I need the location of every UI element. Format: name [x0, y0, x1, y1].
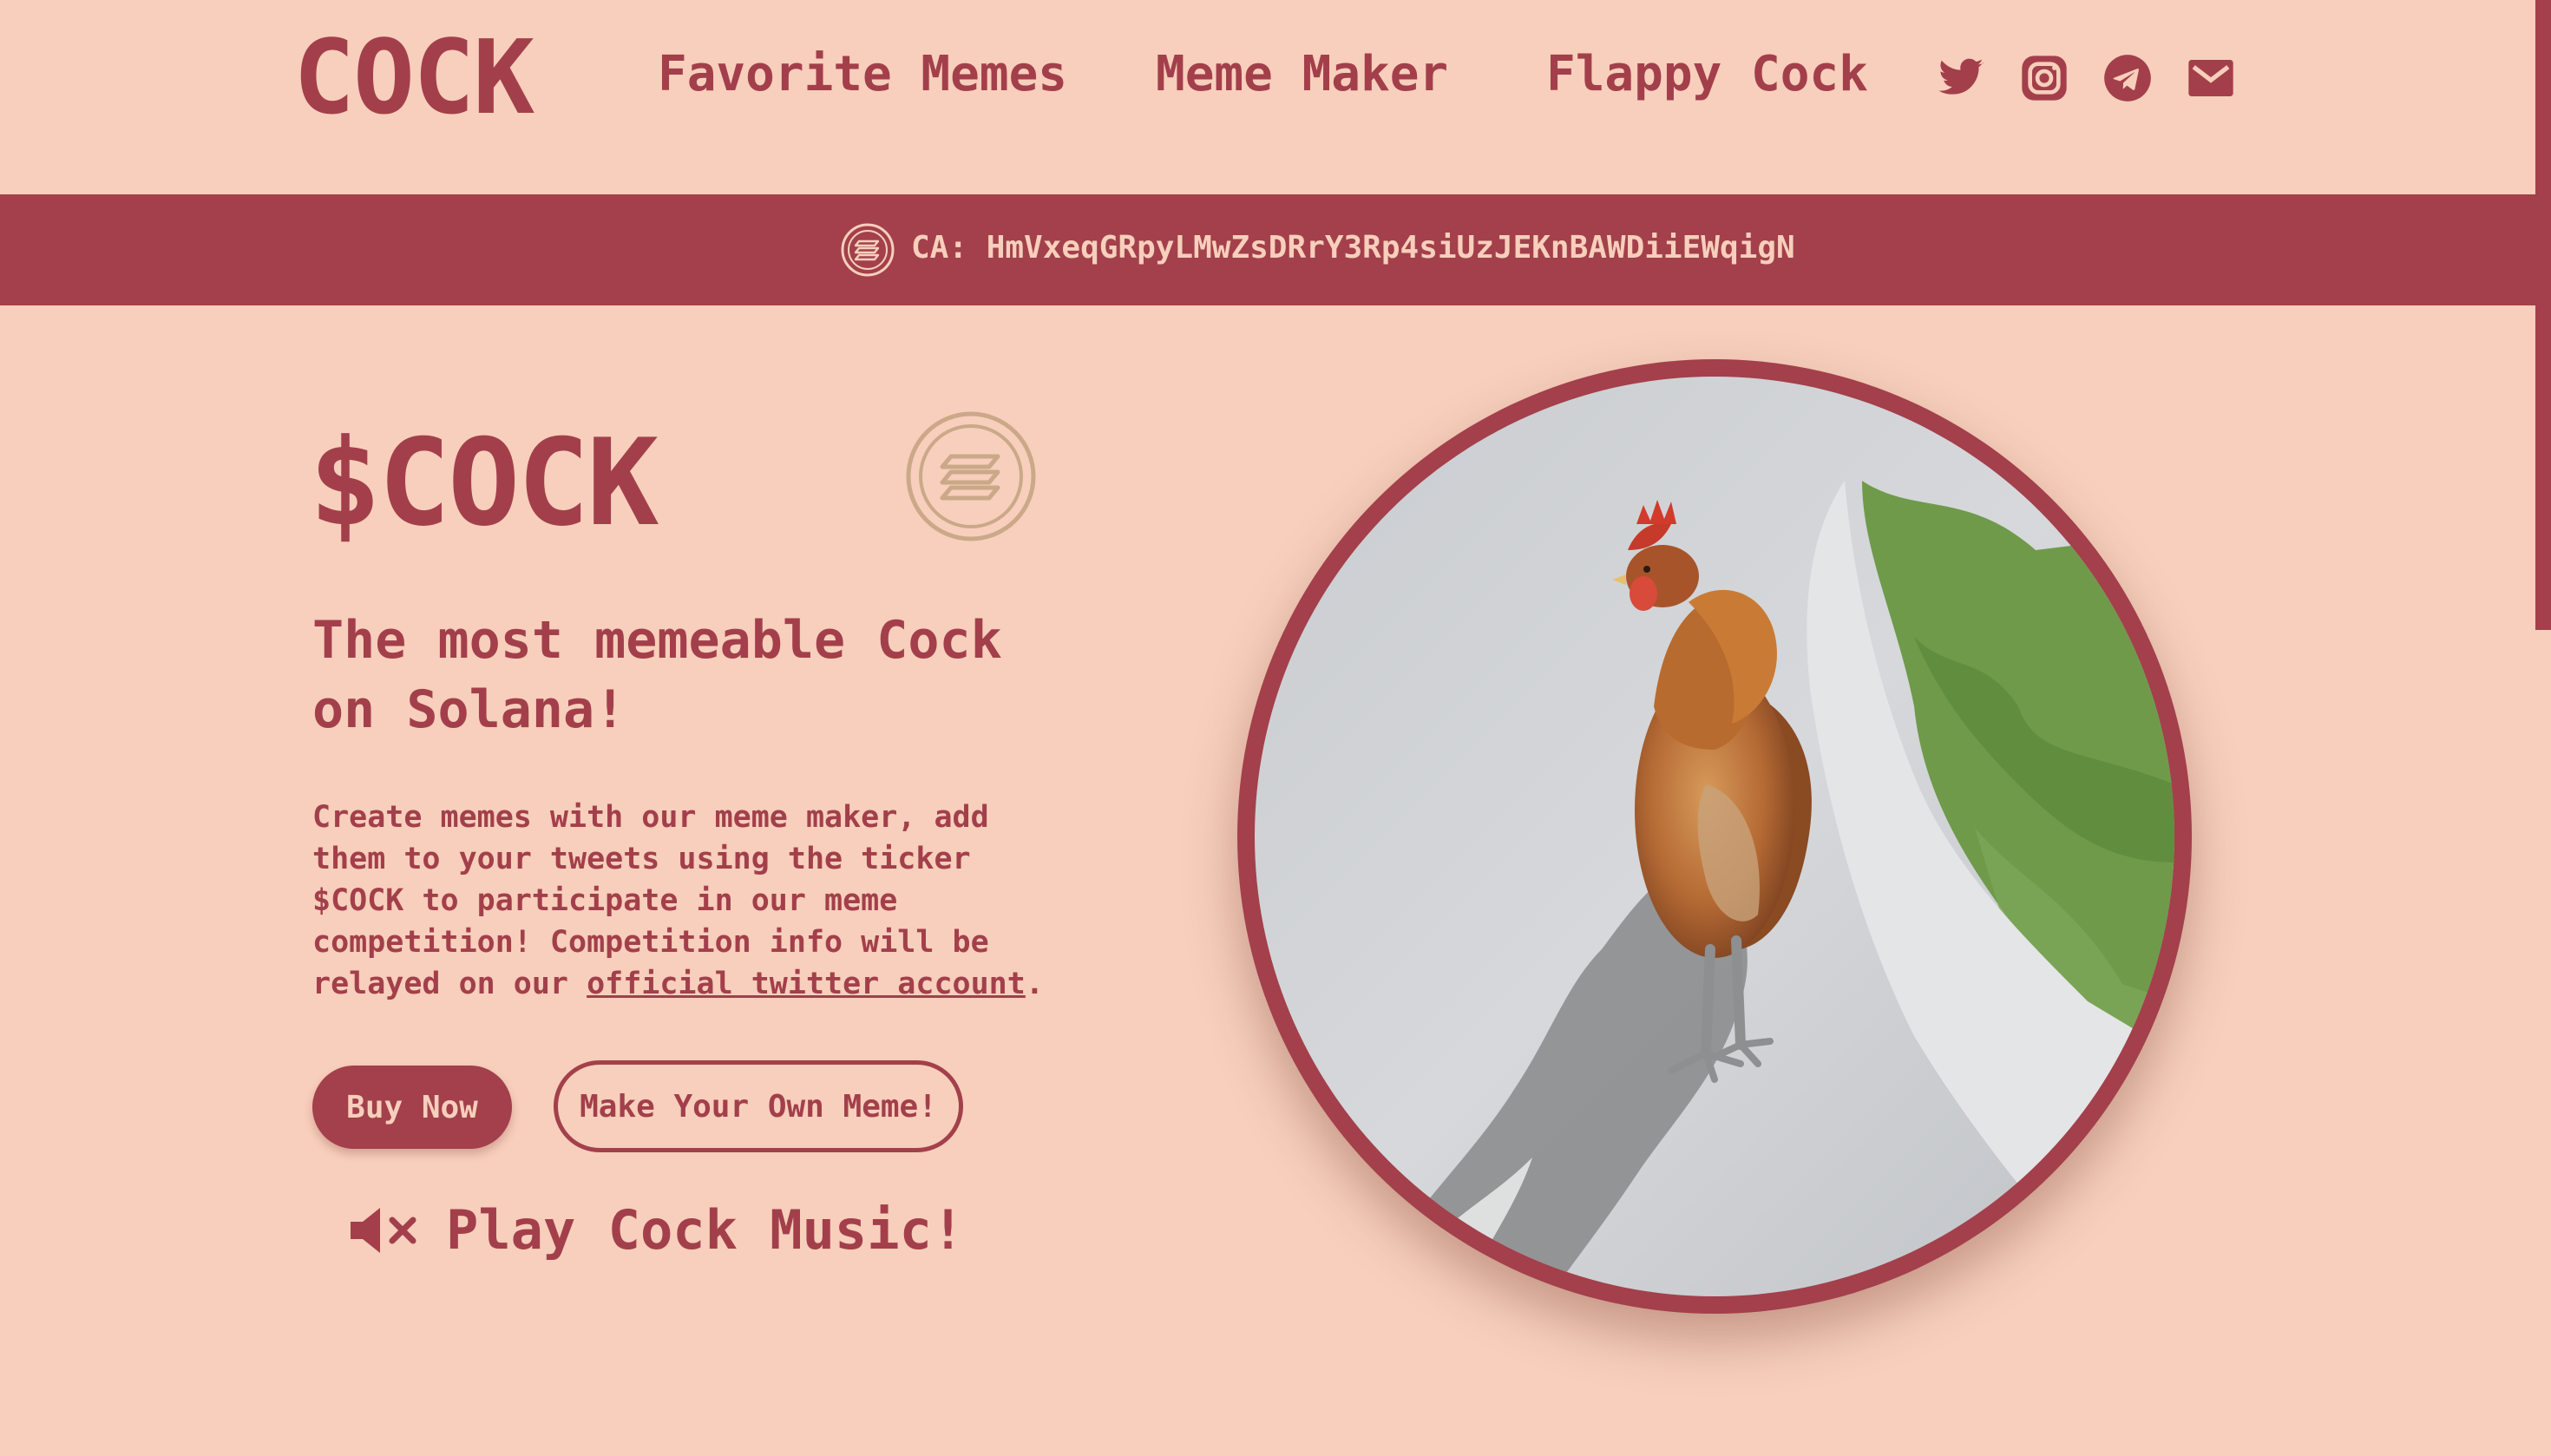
make-meme-button[interactable]: Make Your Own Meme! — [554, 1060, 963, 1152]
tagline: The most memeable Cock on Solana! — [312, 610, 1002, 740]
instagram-icon[interactable] — [2020, 54, 2069, 102]
mail-icon[interactable] — [2187, 54, 2235, 102]
solana-icon — [840, 222, 895, 278]
contract-address[interactable]: CA: HmVxeqGRpyLMwZsDRrY3Rp4siUzJEKnBAWDi… — [911, 233, 1795, 264]
telegram-icon[interactable] — [2103, 54, 2152, 102]
official-twitter-link[interactable]: official twitter account — [587, 967, 1026, 1001]
scrollbar-thumb[interactable] — [2535, 0, 2551, 630]
solana-badge-icon — [906, 411, 1036, 541]
nav-flappy-cock[interactable]: Flappy Cock — [1546, 50, 1868, 99]
nav-meme-maker[interactable]: Meme Maker — [1156, 50, 1448, 99]
rooster-photo — [1255, 377, 2174, 1296]
play-music-toggle[interactable]: Play Cock Music! — [347, 1203, 964, 1258]
speaker-muted-icon — [347, 1203, 420, 1258]
buy-now-button[interactable]: Buy Now — [312, 1066, 512, 1149]
nav-favorite-memes[interactable]: Favorite Memes — [658, 50, 1067, 99]
site-logo[interactable]: COCK — [293, 26, 534, 128]
twitter-icon[interactable] — [1937, 54, 1985, 102]
music-label: Play Cock Music! — [446, 1198, 965, 1262]
page-title: $COCK — [309, 413, 659, 553]
description: Create memes with our meme maker, add th… — [312, 797, 1059, 1005]
description-end: . — [1025, 967, 1044, 1001]
